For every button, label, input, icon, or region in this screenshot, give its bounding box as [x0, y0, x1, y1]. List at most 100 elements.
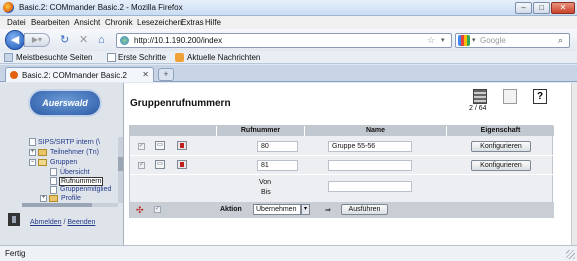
arrow-icon: ⇒	[325, 207, 331, 214]
exit-link[interactable]: Beenden	[67, 219, 95, 226]
search-icon[interactable]: ⌕	[558, 35, 563, 46]
number-input[interactable]: 81	[257, 160, 298, 171]
tab-favicon	[10, 71, 18, 79]
column-header-property: Eigenschaft	[447, 126, 554, 136]
tree-horizontal-scrollbar[interactable]	[22, 203, 118, 207]
page-icon	[50, 186, 57, 194]
save-icon[interactable]	[503, 89, 517, 104]
scrollbar-thumb[interactable]	[22, 203, 92, 207]
select-all-icon[interactable]: ✣	[136, 205, 144, 216]
minimize-button[interactable]: –	[515, 2, 532, 14]
menu-lesezeichen[interactable]: Lesezeichen	[137, 18, 182, 27]
page-content: Auerswald SIPS/SRTP intern (\ + Teilnehm…	[0, 83, 571, 245]
folder-icon	[49, 195, 58, 202]
menu-extras[interactable]: Extras	[181, 18, 204, 27]
tab-label[interactable]: Basic.2: COMmander Basic.2	[22, 71, 127, 80]
resize-grip-icon[interactable]	[566, 250, 575, 259]
action-bar: ✣ Aktion Übernehmen ▾ ⇒ Ausführen	[130, 202, 554, 218]
most-visited-icon	[4, 53, 13, 62]
tree-item-gruppen[interactable]: Gruppen	[50, 159, 77, 166]
row-checkbox[interactable]	[138, 161, 145, 169]
entry-count: 2 / 64	[469, 105, 487, 112]
forward-button[interactable]: ▶▾	[24, 33, 50, 47]
range-name-input[interactable]	[328, 181, 412, 192]
save-row-icon[interactable]: ▭	[155, 160, 165, 169]
url-bar[interactable]: http://10.1.190.200/index ☆ ▾	[116, 33, 452, 48]
copy-icon[interactable]	[473, 89, 487, 104]
range-to-label: Bis	[261, 189, 271, 196]
search-input[interactable]: Google	[480, 36, 506, 45]
url-text[interactable]: http://10.1.190.200/index	[134, 36, 222, 45]
tree-item-sips-srtp[interactable]: SIPS/SRTP intern (\	[38, 139, 100, 146]
bookmark-star-icon[interactable]: ☆	[427, 35, 435, 46]
tree-item-gruppenmitglieder[interactable]: Gruppenmitglied	[60, 186, 111, 193]
expand-icon[interactable]: +	[40, 195, 47, 202]
menu-chronik[interactable]: Chronik	[105, 18, 133, 27]
logout-icon[interactable]	[8, 213, 20, 226]
expand-icon[interactable]: +	[29, 149, 36, 156]
search-engine-icon[interactable]	[458, 35, 470, 46]
page-scrollbar[interactable]	[571, 83, 577, 245]
reload-icon[interactable]: ↻	[60, 34, 69, 46]
tree-vertical-scrollbar[interactable]	[118, 137, 123, 203]
navigation-tree: SIPS/SRTP intern (\ + Teilnehmer (Tn) − …	[0, 137, 118, 203]
rss-feed-icon	[175, 53, 184, 62]
menu-bearbeiten[interactable]: Bearbeiten	[31, 18, 70, 27]
bookmark-latest-news[interactable]: Aktuelle Nachrichten	[187, 53, 260, 62]
number-input[interactable]: 80	[257, 141, 298, 152]
bookmark-getting-started[interactable]: Erste Schritte	[118, 53, 166, 62]
column-header-number: Rufnummer	[217, 126, 305, 136]
url-dropdown-icon[interactable]: ▾	[441, 36, 445, 44]
tab-strip: Basic.2: COMmander Basic.2 ✕ +	[0, 65, 577, 82]
search-engine-dropdown-icon[interactable]: ▾	[472, 36, 476, 44]
row-divider	[130, 174, 554, 175]
firefox-icon	[3, 2, 14, 13]
new-tab-button[interactable]: +	[158, 68, 174, 81]
home-icon[interactable]: ⌂	[98, 34, 105, 46]
configure-button[interactable]: Konfigurieren	[471, 141, 531, 152]
collapse-icon[interactable]: −	[29, 159, 36, 166]
name-input[interactable]: Gruppe 55-56	[328, 141, 412, 152]
folder-icon	[38, 149, 47, 156]
column-header-actions	[130, 126, 217, 136]
menu-ansicht[interactable]: Ansicht	[74, 18, 100, 27]
back-button[interactable]: ◀	[5, 30, 25, 50]
menu-datei[interactable]: Datei	[7, 18, 26, 27]
search-bar[interactable]: ▾ Google ⌕	[455, 33, 570, 48]
delete-icon[interactable]	[177, 141, 187, 150]
row-checkbox[interactable]	[138, 142, 145, 150]
close-button[interactable]: ✕	[551, 2, 575, 14]
column-header-name: Name	[305, 126, 447, 136]
stop-icon[interactable]: ✕	[79, 34, 88, 46]
site-identity-icon[interactable]	[120, 36, 129, 45]
save-row-icon[interactable]: ▭	[155, 141, 165, 150]
execute-button[interactable]: Ausführen	[341, 204, 388, 215]
page-icon	[50, 168, 57, 176]
tab-close-icon[interactable]: ✕	[142, 70, 149, 79]
tab-basic2[interactable]: Basic.2: COMmander Basic.2 ✕	[5, 67, 154, 82]
delete-icon[interactable]	[177, 160, 187, 169]
logout-link[interactable]: Abmelden	[30, 219, 62, 226]
chevron-down-icon[interactable]: ▾	[301, 204, 310, 215]
menu-hilfe[interactable]: Hilfe	[205, 18, 221, 27]
action-label: Aktion	[220, 206, 242, 213]
navigation-toolbar: ◀ ▶▾ ↻ ✕ ⌂ http://10.1.190.200/index ☆ ▾…	[0, 29, 577, 51]
name-input[interactable]	[328, 160, 412, 171]
select-all-checkbox[interactable]	[154, 205, 161, 213]
maximize-button[interactable]: □	[533, 2, 550, 14]
tree-item-rufnummern[interactable]: Rufnummern	[59, 177, 104, 186]
configure-button[interactable]: Konfigurieren	[471, 160, 531, 171]
action-select[interactable]: Übernehmen	[253, 204, 301, 215]
range-from-label: Von	[259, 179, 272, 186]
tree-item-profile[interactable]: Profile	[61, 195, 81, 202]
bookmark-most-visited[interactable]: Meistbesuchte Seiten	[16, 53, 93, 62]
help-icon[interactable]: ?	[533, 89, 547, 104]
tree-item-uebersicht[interactable]: Übersicht	[60, 169, 90, 176]
auerswald-logo: Auerswald	[30, 91, 100, 115]
scrollbar-thumb[interactable]	[118, 157, 123, 171]
link-separator: /	[63, 219, 66, 226]
window-title: Basic.2: COMmander Basic.2 - Mozilla Fir…	[19, 3, 183, 12]
status-text: Fertig	[5, 249, 26, 258]
sidebar: Auerswald SIPS/SRTP intern (\ + Teilnehm…	[0, 83, 124, 245]
tree-item-teilnehmer[interactable]: Teilnehmer (Tn)	[50, 149, 99, 156]
